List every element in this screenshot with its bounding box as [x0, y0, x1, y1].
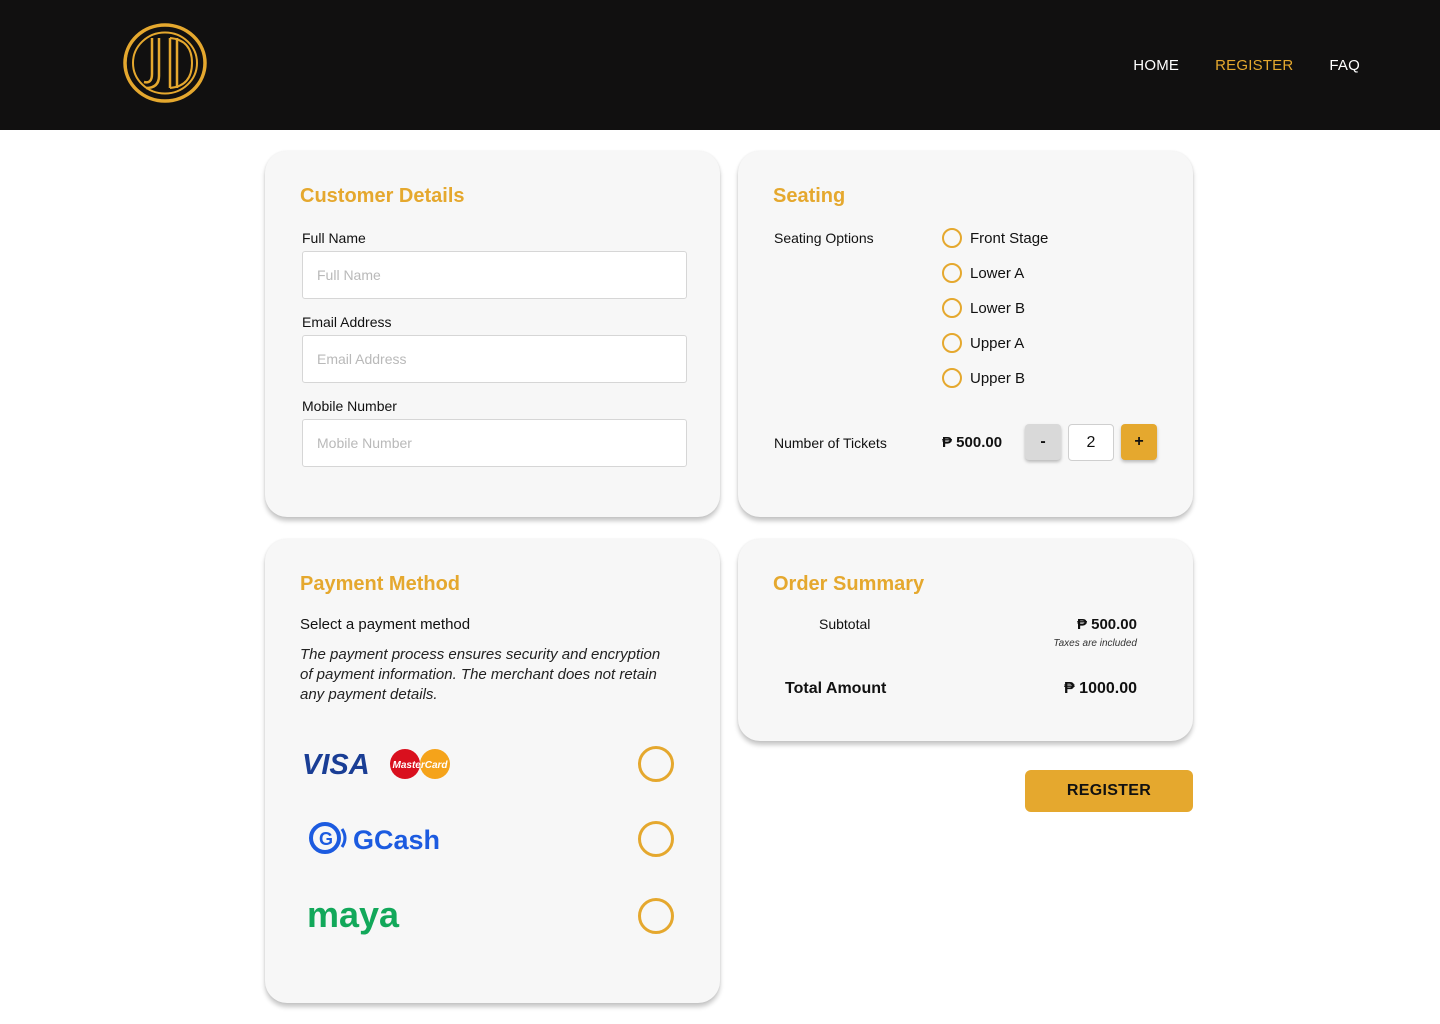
decrement-button[interactable]: - — [1025, 424, 1061, 460]
radio-button[interactable] — [942, 228, 962, 248]
seat-option-lower-b[interactable]: Lower B — [942, 298, 1025, 318]
svg-text:maya: maya — [307, 897, 400, 935]
subtotal-value: ₱ 500.00 — [1076, 616, 1137, 633]
select-payment-label: Select a payment method — [300, 616, 471, 633]
svg-text:GCash: GCash — [353, 825, 440, 855]
order-summary-title: Order Summary — [773, 573, 925, 595]
full-name-label: Full Name — [302, 230, 366, 246]
seat-option-upper-a[interactable]: Upper A — [942, 333, 1024, 353]
brand-logo[interactable] — [122, 22, 208, 104]
total-amount-value: ₱ 1000.00 — [1064, 680, 1137, 697]
payment-method-title: Payment Method — [300, 573, 461, 595]
seat-option-label: Upper B — [970, 369, 1026, 387]
maya-logo: maya — [307, 894, 427, 939]
payment-security-note: The payment process ensures security and… — [300, 646, 661, 703]
radio-button[interactable] — [942, 263, 962, 283]
total-amount-label: Total Amount — [785, 680, 887, 697]
mobile-label: Mobile Number — [302, 398, 397, 414]
nav-home[interactable]: HOME — [1133, 57, 1179, 74]
radio-button[interactable] — [942, 368, 962, 388]
visa-icon: VISA MasterCard — [302, 749, 450, 781]
gcash-icon: G GCash — [309, 822, 440, 855]
top-header: HOME REGISTER FAQ — [0, 0, 1440, 130]
seating-options-label: Seating Options — [774, 230, 874, 246]
seat-option-label: Upper A — [970, 334, 1025, 352]
svg-text:VISA: VISA — [302, 749, 370, 781]
increment-button[interactable]: + — [1121, 424, 1157, 460]
ticket-price: ₱ 500.00 — [942, 434, 1003, 451]
customer-details-card: Customer Details Full Name Email Address… — [265, 151, 720, 517]
gcash-logo: G GCash — [308, 819, 458, 859]
main-nav: HOME REGISTER FAQ — [1133, 57, 1360, 74]
mobile-input[interactable] — [302, 419, 687, 467]
payment-radio-gcash[interactable] — [638, 821, 674, 857]
nav-register[interactable]: REGISTER — [1215, 57, 1293, 74]
payment-radio-card[interactable] — [638, 746, 674, 782]
email-input[interactable] — [302, 335, 687, 383]
seat-option-label: Front Stage — [970, 229, 1049, 247]
email-label: Email Address — [302, 314, 392, 330]
seat-option-upper-b[interactable]: Upper B — [942, 368, 1025, 388]
visa-mastercard-logo: VISA MasterCard — [302, 746, 462, 782]
seat-option-front-stage[interactable]: Front Stage — [942, 228, 1048, 248]
seating-title: Seating — [773, 185, 846, 207]
seat-option-label: Lower A — [970, 264, 1025, 282]
seat-option-lower-a[interactable]: Lower A — [942, 263, 1024, 283]
tax-note: Taxes are included — [1053, 638, 1137, 649]
payment-method-card: Payment Method Select a payment method T… — [265, 539, 720, 1003]
radio-button[interactable] — [942, 333, 962, 353]
subtotal-label: Subtotal — [819, 616, 871, 632]
tickets-label: Number of Tickets — [774, 435, 887, 451]
seat-option-label: Lower B — [970, 299, 1026, 317]
svg-text:MasterCard: MasterCard — [392, 760, 448, 771]
nav-faq[interactable]: FAQ — [1329, 57, 1360, 74]
full-name-input[interactable] — [302, 251, 687, 299]
maya-icon: maya — [307, 894, 400, 935]
payment-radio-maya[interactable] — [638, 898, 674, 934]
radio-button[interactable] — [942, 298, 962, 318]
seating-card: Seating Seating Options Front Stage Lowe… — [738, 151, 1193, 517]
register-button[interactable]: REGISTER — [1025, 770, 1193, 812]
order-summary-card: Order Summary Subtotal ₱ 500.00 Taxes ar… — [738, 539, 1193, 741]
svg-text:G: G — [319, 829, 333, 849]
customer-details-title: Customer Details — [300, 185, 465, 207]
ticket-quantity[interactable]: 2 — [1068, 424, 1114, 461]
